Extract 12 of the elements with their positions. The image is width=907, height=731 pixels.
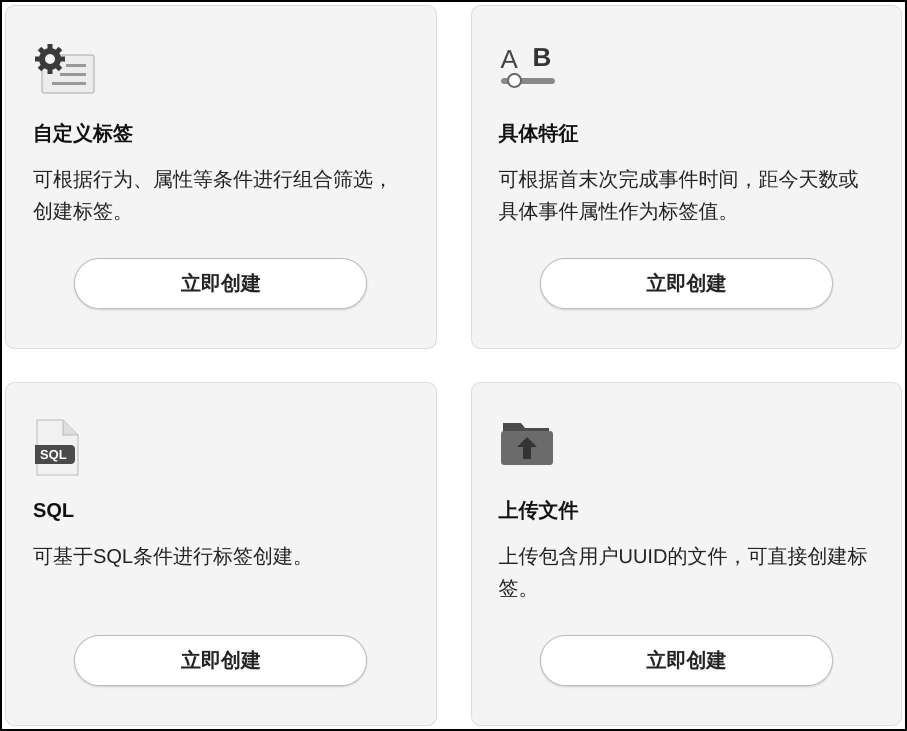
card-description: 可基于SQL条件进行标签创建。 <box>33 545 314 570</box>
create-button[interactable]: 立即创建 <box>74 635 368 686</box>
card-title: 上传文件 <box>498 498 578 524</box>
card-title: 具体特征 <box>498 122 578 147</box>
create-button[interactable]: 立即创建 <box>74 258 368 309</box>
card-title: 自定义标签 <box>33 122 133 147</box>
card-title: SQL <box>33 499 74 524</box>
card-description: 可根据首末次完成事件时间，距今天数或具体事件属性作为标签值。 <box>498 168 860 225</box>
card-description: 可根据行为、属性等条件进行组合筛选，创建标签。 <box>33 168 394 225</box>
create-button[interactable]: 立即创建 <box>540 635 833 686</box>
create-button[interactable]: 立即创建 <box>540 258 833 309</box>
card-description: 上传包含用户UUID的文件，可直接创建标签。 <box>498 545 868 602</box>
